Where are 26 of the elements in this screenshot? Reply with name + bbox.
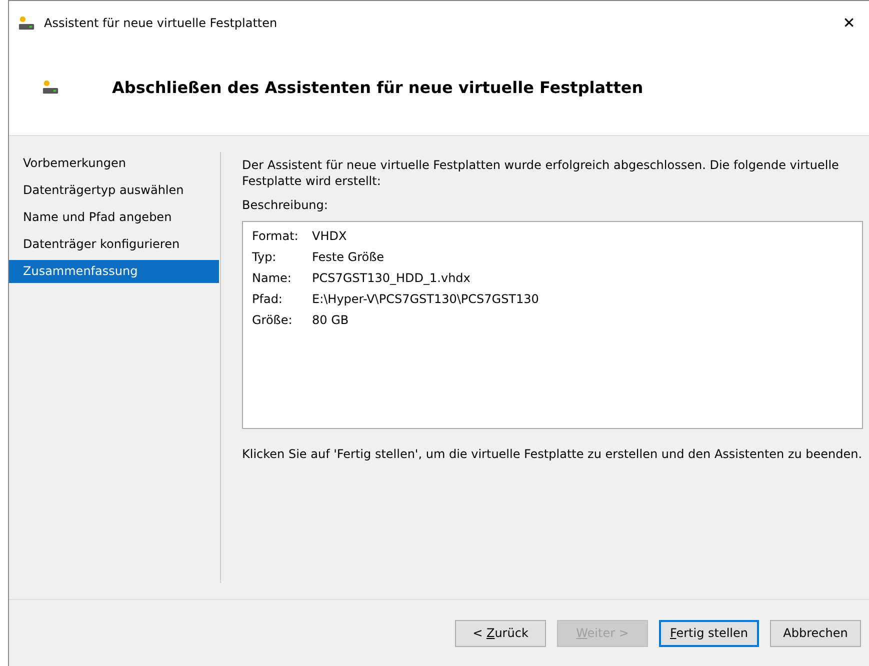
- summary-value: VHDX: [312, 228, 347, 245]
- summary-key: Größe:: [252, 310, 312, 331]
- wizard-button[interactable]: < Zurück: [455, 620, 546, 646]
- step-item[interactable]: Datenträgertyp auswählen: [9, 179, 219, 202]
- close-button[interactable]: ✕: [829, 5, 869, 41]
- summary-key: Pfad:: [252, 289, 312, 310]
- disk-icon: [18, 15, 35, 31]
- outro-text: Klicken Sie auf 'Fertig stellen', um die virtuelle Festplatte zu erstellen und den Assistenten zu beenden.: [242, 447, 863, 461]
- wizard-button[interactable]: Fertig stellen: [659, 620, 759, 646]
- summary-value: E:\Hyper-V\PCS7GST130\PCS7GST130: [312, 291, 539, 308]
- disk-icon: [42, 79, 59, 95]
- step-item[interactable]: Zusammenfassung: [9, 260, 219, 283]
- summary-key: Format:: [252, 226, 312, 247]
- wizard-button[interactable]: Abbrechen: [770, 620, 861, 646]
- summary-key: Name:: [252, 268, 312, 289]
- window-title: Assistent für neue virtuelle Festplatten: [44, 16, 278, 30]
- summary-key: Typ:: [252, 247, 312, 268]
- page-heading: Abschließen des Assistenten für neue virtuelle Festplatten: [112, 78, 644, 96]
- summary-value: Feste Größe: [312, 249, 384, 266]
- step-item[interactable]: Datenträger konfigurieren: [9, 233, 219, 256]
- summary-value: PCS7GST130_HDD_1.vhdx: [312, 270, 470, 287]
- intro-text: Der Assistent für neue virtuelle Festplatten wurde erfolgreich abgeschlossen. Die folgende virtuelle Festplatte wird erstellt:: [242, 157, 840, 189]
- summary-value: 80 GB: [312, 312, 349, 329]
- step-item[interactable]: Name und Pfad angeben: [9, 206, 219, 229]
- step-item[interactable]: Vorbemerkungen: [9, 152, 219, 175]
- description-label: Beschreibung:: [242, 198, 329, 212]
